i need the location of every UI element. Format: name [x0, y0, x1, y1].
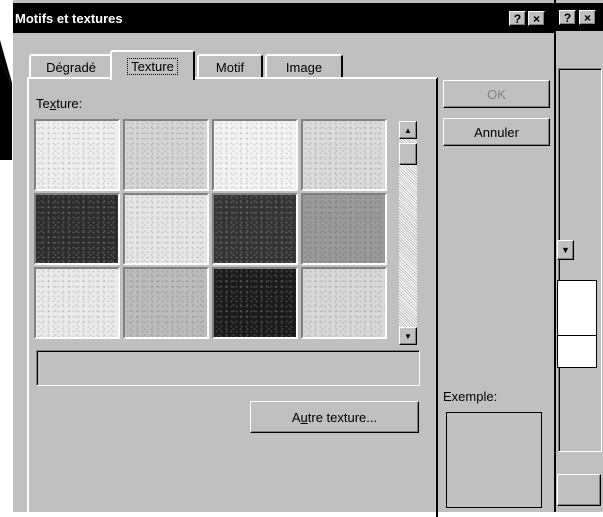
texture-swatch-white-grain[interactable]: [212, 119, 298, 191]
background-help-button[interactable]: ?: [559, 10, 576, 25]
texture-swatch-white-marble[interactable]: [123, 193, 209, 265]
background-combo-arrow-button[interactable]: ▼: [557, 240, 574, 260]
texture-grid: [34, 119, 394, 341]
texture-name-field: [36, 350, 420, 386]
cancel-button[interactable]: Annuler: [443, 118, 550, 146]
title-bar: Motifs et textures ? ×: [13, 3, 555, 33]
tab-image[interactable]: Image: [265, 54, 343, 78]
background-group-frame: [558, 68, 602, 452]
ok-button[interactable]: OK: [443, 80, 550, 108]
texture-swatch-speckled-granite[interactable]: [301, 193, 387, 265]
other-texture-label: Autre texture...: [291, 409, 378, 425]
texture-swatch-dark-green-marble[interactable]: [212, 193, 298, 265]
texture-swatch-light-granite[interactable]: [301, 119, 387, 191]
example-label: Exemple:: [443, 389, 498, 404]
close-button[interactable]: ×: [528, 11, 545, 26]
background-close-button[interactable]: ×: [579, 10, 596, 25]
background-button[interactable]: [557, 474, 601, 506]
texture-swatch-white-paper[interactable]: [34, 119, 120, 191]
scroll-down-button[interactable]: ▼: [399, 327, 417, 345]
scroll-up-button[interactable]: ▲: [399, 121, 417, 139]
dialog-window: Motifs et textures ? × Dégradé Motif Ima…: [12, 0, 556, 517]
texture-swatch-gray-parchment[interactable]: [301, 267, 387, 339]
scroll-thumb[interactable]: [399, 143, 417, 165]
texture-swatch-white-stucco[interactable]: [34, 267, 120, 339]
help-button[interactable]: ?: [509, 11, 526, 26]
background-list-box[interactable]: [557, 280, 597, 368]
texture-swatch-dark-marble[interactable]: [34, 193, 120, 265]
other-texture-button[interactable]: Autre texture...: [250, 401, 419, 433]
texture-scrollbar[interactable]: ▲ ▼: [399, 121, 417, 345]
tab-motif[interactable]: Motif: [197, 54, 263, 78]
tab-texture[interactable]: Texture: [110, 50, 195, 80]
background-list-divider: [558, 335, 596, 336]
window-title: Motifs et textures: [15, 11, 123, 26]
texture-swatch-black-velvet[interactable]: [212, 267, 298, 339]
example-preview: [446, 412, 542, 508]
tab-texture-label: Texture: [127, 57, 178, 75]
background-window: ? × ▼: [553, 0, 603, 512]
texture-swatch-gray-canvas[interactable]: [123, 267, 209, 339]
tab-degrade[interactable]: Dégradé: [29, 54, 113, 78]
texture-swatch-light-gray-fabric[interactable]: [123, 119, 209, 191]
texture-label: Texture:: [36, 96, 83, 111]
